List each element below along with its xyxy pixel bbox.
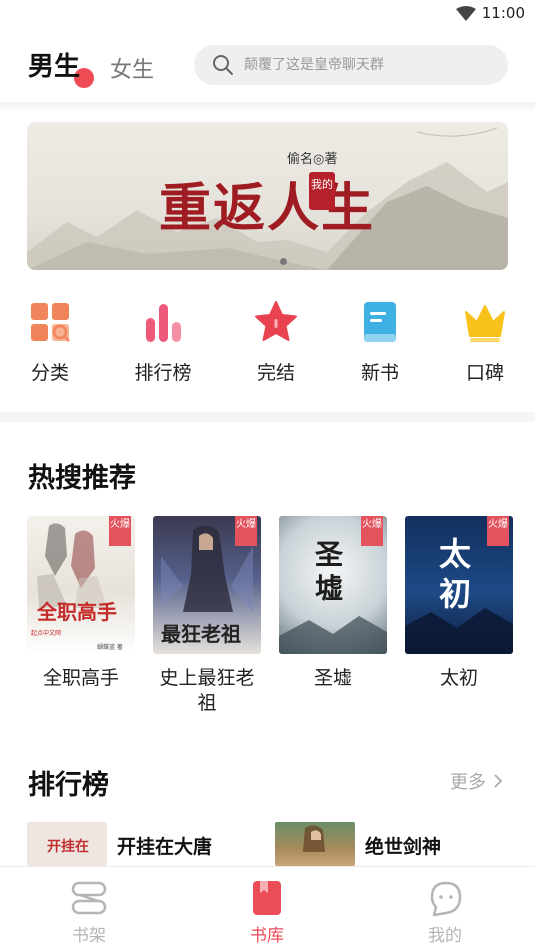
- nav-label: 书库: [250, 926, 284, 946]
- header-divider: [0, 102, 535, 112]
- cover-title: 最狂老祖: [161, 622, 241, 646]
- category-ranking[interactable]: 排行榜: [118, 300, 208, 385]
- nav-profile[interactable]: 我的: [405, 879, 485, 946]
- ranking-thumb: [275, 822, 355, 866]
- category-label: 排行榜: [134, 362, 192, 384]
- carousel-indicator: [280, 258, 287, 265]
- more-link[interactable]: 更多: [450, 768, 504, 794]
- book-name: 史上最狂老祖: [159, 667, 255, 714]
- hot-badge: 火爆: [361, 516, 383, 546]
- book-cover: 火爆 最狂老祖: [153, 516, 261, 654]
- crown-icon: [463, 300, 507, 344]
- star-icon: [254, 300, 298, 344]
- book-cover: 火爆 圣墟: [279, 516, 387, 654]
- library-icon: [248, 879, 286, 917]
- book-card[interactable]: 火爆 太初 太初: [405, 516, 513, 691]
- hot-badge: 火爆: [487, 516, 509, 546]
- search-bar[interactable]: [194, 45, 508, 85]
- book-cover: 火爆 太初: [405, 516, 513, 654]
- cover-author: 蝴蝶蓝 著: [97, 644, 123, 651]
- ranking-item[interactable]: 开挂在 开挂在大唐: [27, 822, 267, 866]
- cover-title: 太初: [439, 535, 472, 613]
- wifi-icon: [456, 6, 476, 21]
- nav-label: 我的: [428, 926, 462, 946]
- status-bar: 11:00: [0, 0, 535, 30]
- banner-seal: 我的: [309, 172, 335, 210]
- ranking-thumb: 开挂在: [27, 822, 107, 866]
- category-label: 完结: [256, 362, 295, 384]
- book-icon: [358, 300, 402, 344]
- hot-badge: 火爆: [235, 516, 257, 546]
- category-classify[interactable]: 分类: [5, 300, 95, 385]
- nav-label: 书架: [72, 926, 106, 946]
- ranking-item[interactable]: 绝世剑神: [275, 822, 515, 866]
- book-name: 圣墟: [313, 667, 352, 689]
- book-card[interactable]: 火爆 全职高手 起点中文网 蝴蝶蓝 著 全职高手: [27, 516, 135, 691]
- banner-carousel[interactable]: 偷名◎著 重返人生 我的: [27, 122, 508, 270]
- ranking-book-name: 绝世剑神: [365, 836, 442, 858]
- nav-bookshelf[interactable]: 书架: [49, 879, 129, 946]
- banner-title: 重返人生: [159, 178, 376, 239]
- category-new-books[interactable]: 新书: [335, 300, 425, 385]
- more-label: 更多: [450, 772, 486, 793]
- banner-author: 偷名◎著: [287, 152, 338, 167]
- hot-search-title: 热搜推荐: [28, 463, 136, 494]
- category-reputation[interactable]: 口碑: [440, 300, 530, 385]
- chevron-right-icon: [494, 774, 503, 788]
- book-card[interactable]: 火爆 圣墟 圣墟: [279, 516, 387, 691]
- cover-title: 圣墟: [315, 538, 344, 605]
- header: 男生 女生: [0, 30, 535, 104]
- ranking-book-name: 开挂在大唐: [117, 836, 213, 858]
- category-label: 分类: [30, 362, 69, 384]
- cover-publisher: 起点中文网: [31, 630, 62, 637]
- bottom-nav: 书架 书库 我的: [0, 866, 535, 951]
- bookshelf-icon: [70, 879, 108, 917]
- status-time: 11:00: [481, 4, 525, 22]
- book-name: 太初: [439, 667, 478, 689]
- category-shortcuts: 分类 排行榜 完结 新书 口碑: [0, 300, 535, 400]
- profile-icon: [426, 879, 464, 917]
- search-icon: [213, 55, 233, 75]
- ranking-title: 排行榜: [28, 770, 109, 801]
- book-name: 全职高手: [42, 667, 119, 689]
- ranking-thumb-text: 开挂在: [47, 839, 89, 855]
- cover-title: 全职高手: [37, 600, 117, 624]
- hot-badge: 火爆: [109, 516, 131, 546]
- book-cover: 火爆 全职高手 起点中文网 蝴蝶蓝 著: [27, 516, 135, 654]
- category-label: 口碑: [465, 362, 504, 384]
- nav-library[interactable]: 书库: [227, 879, 307, 946]
- section-divider: [0, 412, 535, 422]
- grid-search-icon: [28, 300, 72, 344]
- bar-chart-icon: [141, 300, 185, 344]
- category-label: 新书: [360, 362, 399, 384]
- book-card[interactable]: 火爆 最狂老祖 史上最狂老祖: [153, 516, 261, 716]
- hot-search-list: 火爆 全职高手 起点中文网 蝴蝶蓝 著 全职高手 火爆 最狂老祖 史上最狂老祖 …: [0, 516, 535, 726]
- category-finished[interactable]: 完结: [231, 300, 321, 385]
- tab-female[interactable]: 女生: [110, 52, 154, 84]
- search-input[interactable]: [244, 45, 494, 85]
- tab-male[interactable]: 男生: [28, 46, 80, 83]
